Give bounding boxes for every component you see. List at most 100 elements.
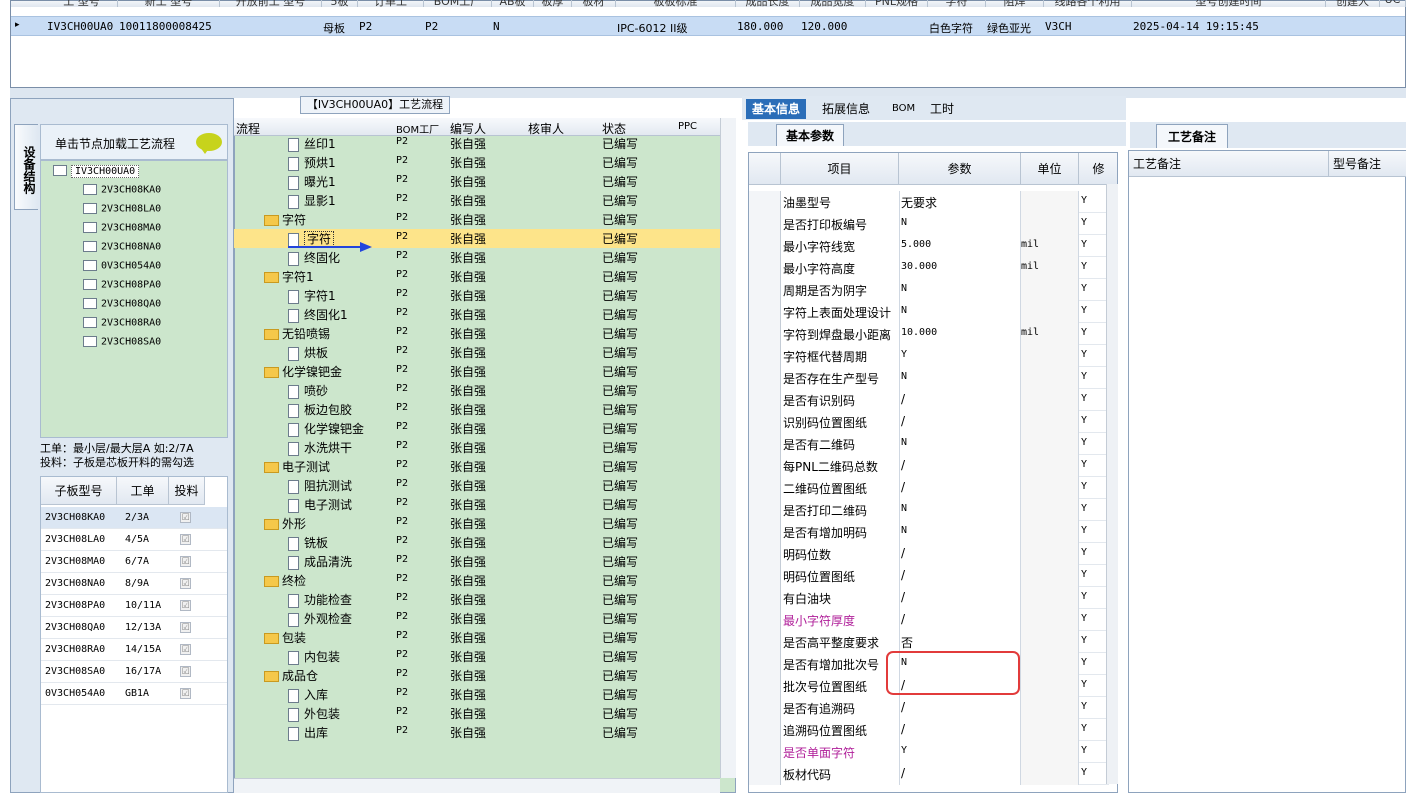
process-row[interactable]: 阻抗测试 P2 张自强 已编写 <box>234 476 720 495</box>
tree-node[interactable]: 2V3CH08LA0 <box>83 203 161 221</box>
value-cell[interactable] <box>899 411 1021 433</box>
grid-header-2[interactable]: 开放前工 型号 <box>220 0 322 7</box>
param-header-1[interactable]: 参数 <box>899 153 1021 185</box>
value-cell[interactable] <box>899 719 1021 741</box>
sub-header-2[interactable]: 投料 <box>169 477 205 505</box>
grid-header-1[interactable]: 新工 型号 <box>118 0 220 7</box>
model-grid-row-selected[interactable]: ▸ IV3CH00UA0 10011800008425 母板 P2 P2 N I… <box>11 16 1405 36</box>
process-row[interactable]: 喷砂 P2 张自强 已编写 <box>234 381 720 400</box>
grid-header-11[interactable]: 成品宽度 <box>800 0 866 7</box>
sub-header-0[interactable]: 子板型号 <box>41 477 117 505</box>
param-value[interactable]: N <box>901 525 907 536</box>
param-value[interactable]: N <box>901 503 907 514</box>
param-value[interactable]: 10.000 <box>901 327 937 338</box>
cell-mask[interactable]: 绿色亚光 <box>987 20 1031 36</box>
param-row[interactable]: 板材代码 / Y <box>749 763 1109 785</box>
process-row[interactable]: 功能检查 P2 张自强 已编写 <box>234 590 720 609</box>
param-value[interactable]: 30.000 <box>901 261 937 272</box>
tab-structure[interactable]: 设备结构 <box>14 124 38 210</box>
process-row[interactable]: 预烘1 P2 张自强 已编写 <box>234 153 720 172</box>
process-row[interactable]: 成品仓 P2 张自强 已编写 <box>234 666 720 685</box>
process-row[interactable]: 化学镍钯金 P2 张自强 已编写 <box>234 419 720 438</box>
tree-node[interactable]: 2V3CH08RA0 <box>83 317 161 335</box>
param-value[interactable]: 5.000 <box>901 239 931 250</box>
param-value[interactable]: / <box>901 590 905 604</box>
sub-row[interactable]: 2V3CH08QA0 12/13A ☑ <box>41 617 227 639</box>
param-row[interactable]: 是否有识别码 / Y <box>749 389 1109 411</box>
param-row[interactable]: 是否有追溯码 / Y <box>749 697 1109 719</box>
info-tab-1[interactable]: 拓展信息 <box>816 99 876 119</box>
process-row[interactable]: 字符 P2 张自强 已编写 <box>234 210 720 229</box>
grid-header-12[interactable]: PNL规格 <box>866 0 928 7</box>
param-row[interactable]: 是否打印二维码 N Y <box>749 499 1109 521</box>
sub-row[interactable]: 2V3CH08PA0 10/11A ☑ <box>41 595 227 617</box>
process-row[interactable]: 成品清洗 P2 张自强 已编写 <box>234 552 720 571</box>
feed-checkbox[interactable]: ☑ <box>180 556 191 567</box>
tab-process-remark[interactable]: 工艺备注 <box>1156 124 1228 148</box>
param-row[interactable]: 字符到焊盘最小距离 10.000 mil Y <box>749 323 1109 345</box>
process-row[interactable]: 电子测试 P2 张自强 已编写 <box>234 495 720 514</box>
process-row[interactable]: 终检 P2 张自强 已编写 <box>234 571 720 590</box>
param-value[interactable]: Y <box>901 349 907 360</box>
feed-checkbox[interactable]: ☑ <box>180 644 191 655</box>
param-row[interactable]: 明码位数 / Y <box>749 543 1109 565</box>
value-cell[interactable] <box>899 345 1021 367</box>
process-row[interactable]: 外包装 P2 张自强 已编写 <box>234 704 720 723</box>
param-row[interactable]: 是否高平整度要求 否 Y <box>749 631 1109 653</box>
param-row[interactable]: 识别码位置图纸 / Y <box>749 411 1109 433</box>
param-value[interactable]: / <box>901 546 905 560</box>
value-cell[interactable] <box>899 521 1021 543</box>
process-row[interactable]: 曝光1 P2 张自强 已编写 <box>234 172 720 191</box>
cell-model[interactable]: IV3CH00UA0 <box>47 20 113 33</box>
tree-node[interactable]: 0V3CH054A0 <box>83 260 161 278</box>
process-row[interactable]: 板边包胶 P2 张自强 已编写 <box>234 400 720 419</box>
value-cell[interactable] <box>899 697 1021 719</box>
process-row[interactable]: 烘板 P2 张自强 已编写 <box>234 343 720 362</box>
process-row[interactable]: 包装 P2 张自强 已编写 <box>234 628 720 647</box>
param-value[interactable]: / <box>901 458 905 472</box>
grid-header-7[interactable]: 板厚 <box>534 0 572 7</box>
cell-width[interactable]: 120.000 <box>801 20 847 33</box>
param-value[interactable]: N <box>901 217 907 228</box>
cell-ab[interactable]: N <box>493 20 500 33</box>
sub-row[interactable]: 2V3CH08KA0 2/3A ☑ <box>41 507 227 529</box>
grid-header-17[interactable]: 创建人 <box>1326 0 1380 7</box>
tree-node[interactable]: 2V3CH08NA0 <box>83 241 161 259</box>
param-value[interactable]: / <box>901 392 905 406</box>
param-row[interactable]: 明码位置图纸 / Y <box>749 565 1109 587</box>
value-cell[interactable] <box>899 455 1021 477</box>
process-row[interactable]: 铣板 P2 张自强 已编写 <box>234 533 720 552</box>
cell-length[interactable]: 180.000 <box>737 20 783 33</box>
grid-header-4[interactable]: 订单工 <box>358 0 424 7</box>
process-row[interactable]: 字符1 P2 张自强 已编写 <box>234 267 720 286</box>
param-row[interactable]: 油墨型号 无要求 Y <box>749 191 1109 213</box>
sub-row[interactable]: 2V3CH08MA0 6/7A ☑ <box>41 551 227 573</box>
cell-code[interactable]: V3CH <box>1045 20 1072 33</box>
feed-checkbox[interactable]: ☑ <box>180 666 191 677</box>
process-row[interactable]: 出库 P2 张自强 已编写 <box>234 723 720 742</box>
grid-header-16[interactable]: 型号创建时间 <box>1132 0 1326 7</box>
param-row[interactable]: 二维码位置图纸 / Y <box>749 477 1109 499</box>
value-cell[interactable] <box>899 301 1021 323</box>
param-row[interactable]: 每PNL二维码总数 / Y <box>749 455 1109 477</box>
grid-header-3[interactable]: 5板 <box>322 0 358 7</box>
process-row[interactable]: 字符1 P2 张自强 已编写 <box>234 286 720 305</box>
value-cell[interactable] <box>899 499 1021 521</box>
param-value[interactable]: / <box>901 612 905 626</box>
param-header-2[interactable]: 单位 <box>1021 153 1079 185</box>
value-cell[interactable] <box>899 609 1021 631</box>
value-cell[interactable] <box>899 433 1021 455</box>
process-row[interactable]: 显影1 P2 张自强 已编写 <box>234 191 720 210</box>
feed-checkbox[interactable]: ☑ <box>180 578 191 589</box>
cell-char[interactable]: 白色字符 <box>929 20 973 36</box>
tab-basic-params[interactable]: 基本参数 <box>776 124 844 146</box>
value-cell[interactable] <box>899 631 1021 653</box>
process-row[interactable]: 入库 P2 张自强 已编写 <box>234 685 720 704</box>
cell-factory2[interactable]: P2 <box>425 20 438 33</box>
param-scrollbar[interactable] <box>1106 184 1118 784</box>
horizontal-splitter[interactable] <box>10 88 1406 98</box>
param-value[interactable]: / <box>901 414 905 428</box>
sub-header-1[interactable]: 工单 <box>117 477 169 505</box>
process-row[interactable]: 终固化 P2 张自强 已编写 <box>234 248 720 267</box>
value-cell[interactable] <box>899 477 1021 499</box>
